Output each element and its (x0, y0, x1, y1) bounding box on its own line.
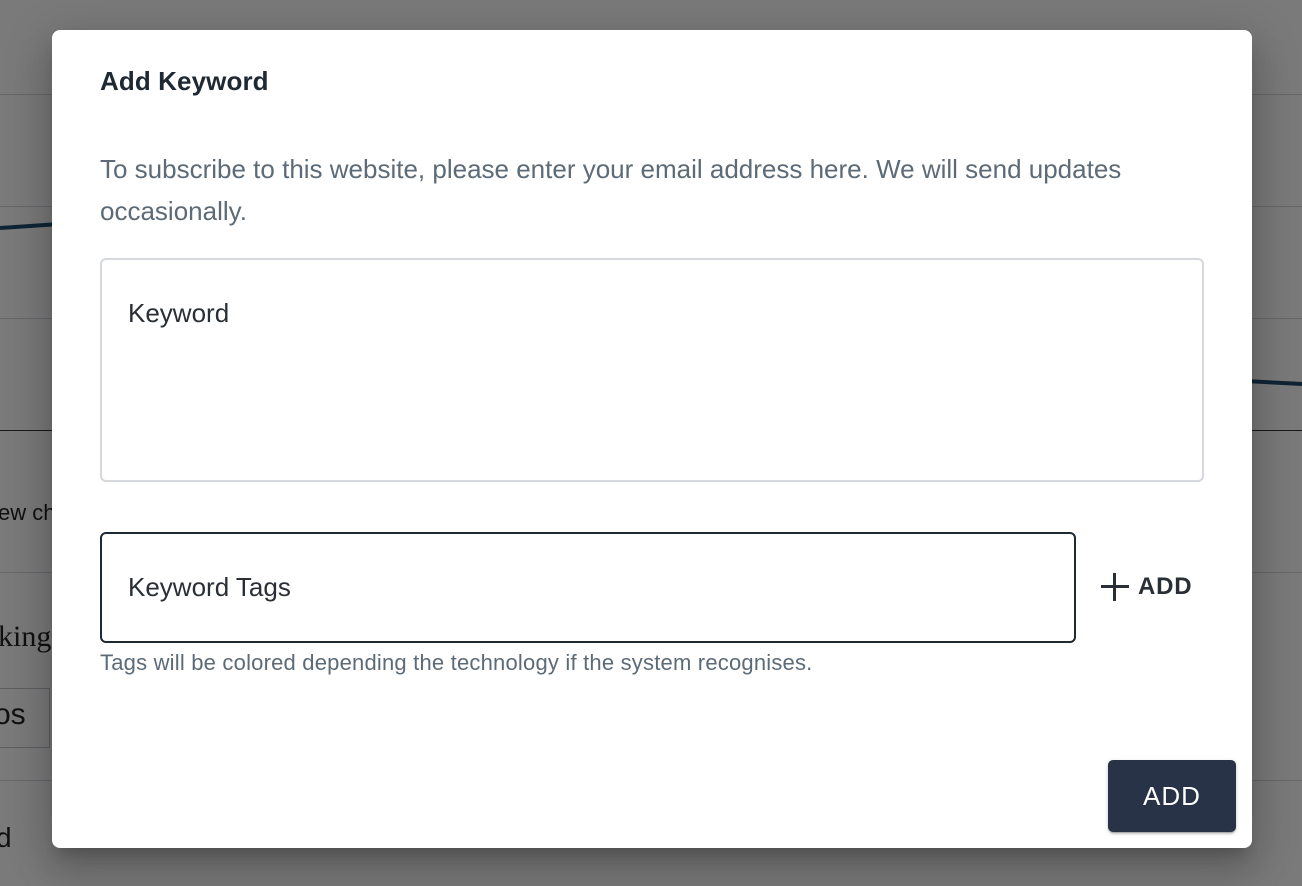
dialog-description: To subscribe to this website, please ent… (100, 154, 1122, 226)
tags-helper-text: Tags will be colored depending the techn… (100, 650, 813, 675)
keyword-tags-placeholder: Keyword Tags (128, 572, 291, 602)
keyword-tags-input[interactable]: Keyword Tags (100, 532, 1076, 643)
plus-icon (1100, 572, 1130, 602)
add-tag-button[interactable]: ADD (1092, 566, 1200, 608)
keyword-placeholder: Keyword (128, 298, 230, 328)
app-background: ew ch king os d Add Keyword To subscribe… (0, 0, 1302, 886)
add-keyword-dialog: Add Keyword To subscribe to this website… (52, 30, 1252, 848)
dialog-title: Add Keyword (100, 66, 269, 96)
keyword-textarea[interactable]: Keyword (100, 258, 1204, 482)
add-keyword-submit-button[interactable]: ADD (1108, 760, 1236, 832)
add-tag-label: ADD (1138, 573, 1193, 600)
